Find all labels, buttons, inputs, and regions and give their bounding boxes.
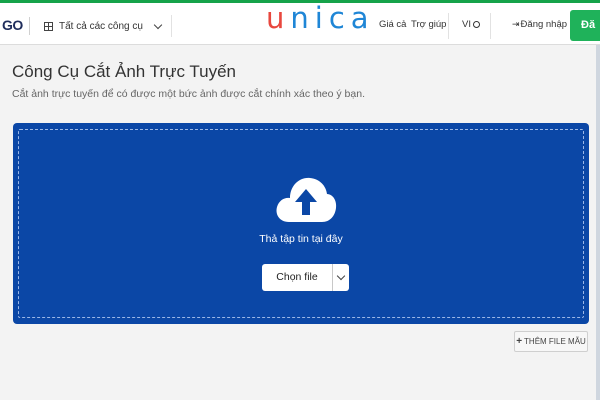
all-tools-label: Tất cả các công cụ bbox=[59, 20, 143, 32]
brand-letter: n bbox=[290, 1, 315, 35]
add-sample-files-button[interactable]: + THÊM FILE MẪU bbox=[514, 331, 588, 352]
login-icon: ⇥ bbox=[512, 19, 520, 29]
site-logo[interactable]: GO bbox=[0, 17, 30, 35]
header: GO Tất cả các công cụ unica Giá cả Trợ g… bbox=[0, 1, 600, 45]
login-label: Đăng nhập bbox=[520, 19, 568, 30]
choose-file-button[interactable]: Chọn file bbox=[262, 264, 333, 291]
plus-icon: + bbox=[516, 336, 523, 347]
brand-letter: c bbox=[328, 1, 351, 35]
all-tools-menu[interactable]: Tất cả các công cụ bbox=[44, 15, 172, 37]
choose-file-dropdown-toggle[interactable] bbox=[333, 264, 349, 291]
login-link[interactable]: ⇥Đăng nhập bbox=[512, 19, 567, 30]
brand-letter: a bbox=[350, 1, 375, 35]
cloud-upload-icon bbox=[276, 177, 337, 222]
brand-letter: u bbox=[266, 1, 291, 35]
drop-files-label: Thả tập tin tại đây bbox=[259, 233, 343, 245]
chevron-down-icon bbox=[153, 20, 163, 29]
brand-letter: i bbox=[314, 1, 329, 35]
globe-icon bbox=[472, 21, 480, 28]
unica-brand-logo[interactable]: unica bbox=[266, 1, 375, 35]
nav-pricing-link[interactable]: Giá cả bbox=[379, 19, 406, 30]
language-label: VI bbox=[462, 19, 471, 30]
choose-file-control[interactable]: Chọn file bbox=[262, 264, 349, 291]
file-dropzone[interactable]: Thả tập tin tại đây Chọn file bbox=[13, 123, 589, 324]
page-title: Công Cụ Cắt Ảnh Trực Tuyến bbox=[12, 62, 236, 81]
page-subtitle: Cắt ảnh trực tuyến để có được một bức ản… bbox=[12, 88, 365, 100]
nav-divider bbox=[490, 13, 491, 39]
scrollbar-track[interactable] bbox=[596, 45, 600, 400]
nav-help-link[interactable]: Trợ giúp bbox=[411, 19, 446, 30]
language-selector[interactable]: VI bbox=[462, 19, 480, 30]
grid-icon bbox=[44, 21, 53, 31]
nav-divider bbox=[448, 13, 449, 39]
signup-button[interactable]: Đă bbox=[570, 10, 600, 41]
dropzone-dashed-border: Thả tập tin tại đây Chọn file bbox=[18, 129, 584, 318]
add-sample-files-label: THÊM FILE MẪU bbox=[524, 337, 586, 346]
